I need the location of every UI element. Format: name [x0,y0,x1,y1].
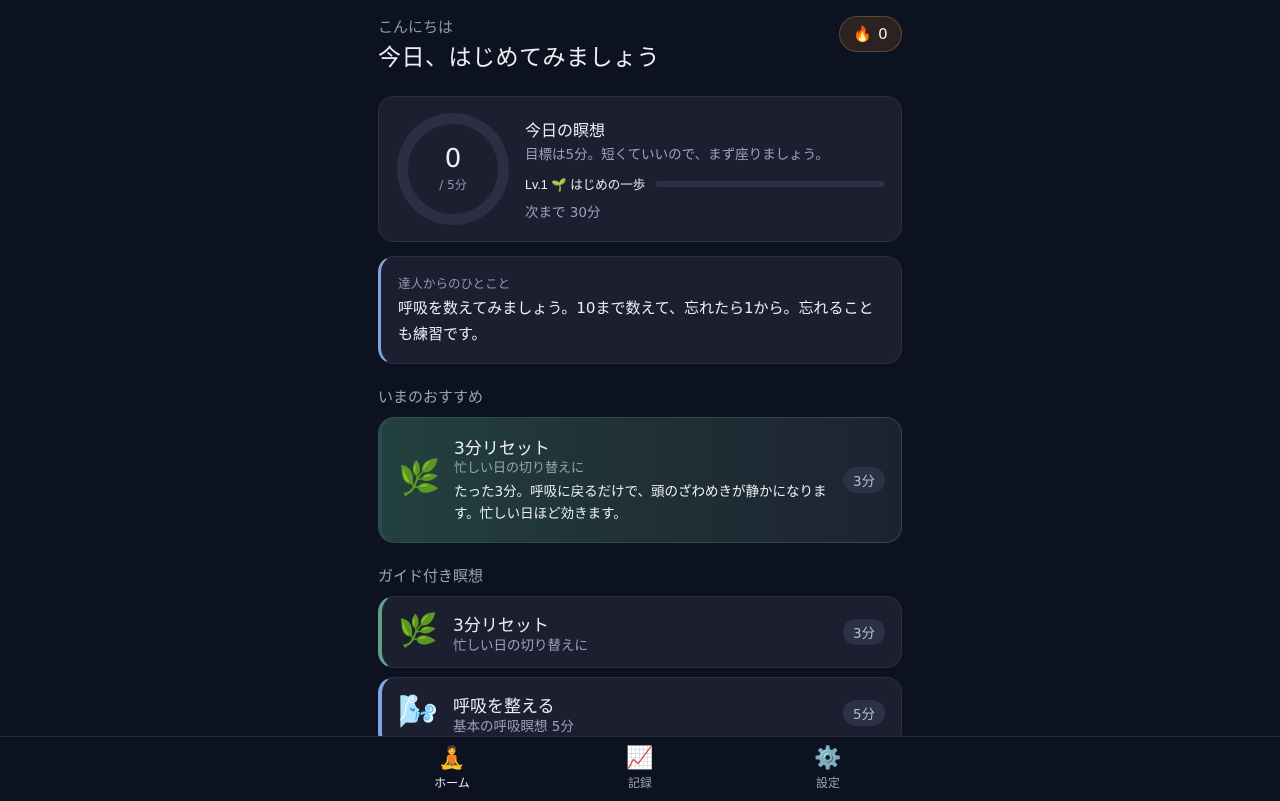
recommend-card[interactable]: 🌿 3分リセット 忙しい日の切り替えに たった3分。呼吸に戻るだけで、頭のざわめ… [378,417,902,543]
guided-item-subtitle: 忙しい日の切り替えに [453,638,588,654]
guided-item-subtitle: 基本の呼吸瞑想 5分 [453,719,574,735]
duration-badge: 3分 [843,619,885,645]
nav-label: 記録 [627,776,652,790]
progress-ring: 0 / 5分 [397,113,509,225]
greeting: こんにちは [378,18,454,36]
today-title: 今日の瞑想 [525,121,606,140]
recommend-description: たった3分。呼吸に戻るだけで、頭のざわめきが静かになります。忙しい日ほど効きます… [454,484,827,522]
level-label: Lv.1 🌱 はじめの一歩 [525,178,646,192]
today-card: 0 / 5分 今日の瞑想 目標は5分。短くていいので、まず座りましょう。 Lv.… [378,96,902,242]
meditation-icon: 🧘 [438,746,466,771]
gear-icon: ⚙️ [814,746,842,771]
herb-icon: 🌿 [398,611,438,649]
advice-text: 呼吸を数えてみましょう。10まで数えて、忘れたら1から。忘れることも練習です。 [398,299,874,343]
streak-badge[interactable]: 🔥 0 [839,16,902,52]
fire-icon: 🔥 [853,25,873,43]
chart-icon: 📈 [626,746,654,771]
section-title-recommend: いまのおすすめ [378,388,484,406]
nav-item-home[interactable]: 🧘 ホーム [392,747,512,791]
wind-icon: 🌬️ [398,692,438,730]
page-title: 今日、はじめてみましょう [378,45,660,71]
recommend-title: 3分リセット [454,439,550,459]
duration-badge: 5分 [843,700,885,726]
nav-item-settings[interactable]: ⚙️ 設定 [768,747,888,791]
advice-label: 達人からのひとこと [398,276,511,291]
bottom-nav: 🧘 ホーム 📈 記録 ⚙️ 設定 [0,736,1280,801]
recommend-subtitle: 忙しい日の切り替えに [454,461,585,476]
nav-item-records[interactable]: 📈 記録 [580,747,700,791]
section-title-guided: ガイド付き瞑想 [378,567,484,585]
streak-count: 0 [878,25,888,43]
level-row: Lv.1 🌱 はじめの一歩 [525,174,885,193]
level-next: 次まで 30分 [525,205,601,221]
duration-badge: 3分 [843,467,885,493]
nav-label: ホーム [434,776,470,790]
nav-label: 設定 [815,776,840,790]
guided-item-title: 呼吸を整える [453,697,555,717]
herb-icon: 🌿 [398,458,441,498]
minutes-done: 0 [444,143,462,174]
today-subtitle: 目標は5分。短くていいので、まず座りましょう。 [525,147,829,163]
level-progress-bar [655,180,885,187]
goal-label: / 5分 [439,177,467,192]
advice-card: 達人からのひとこと 呼吸を数えてみましょう。10まで数えて、忘れたら1から。忘れ… [378,256,902,364]
guided-item-title: 3分リセット [453,616,549,636]
guided-item-reset[interactable]: 🌿 3分リセット 忙しい日の切り替えに 3分 [378,596,902,668]
